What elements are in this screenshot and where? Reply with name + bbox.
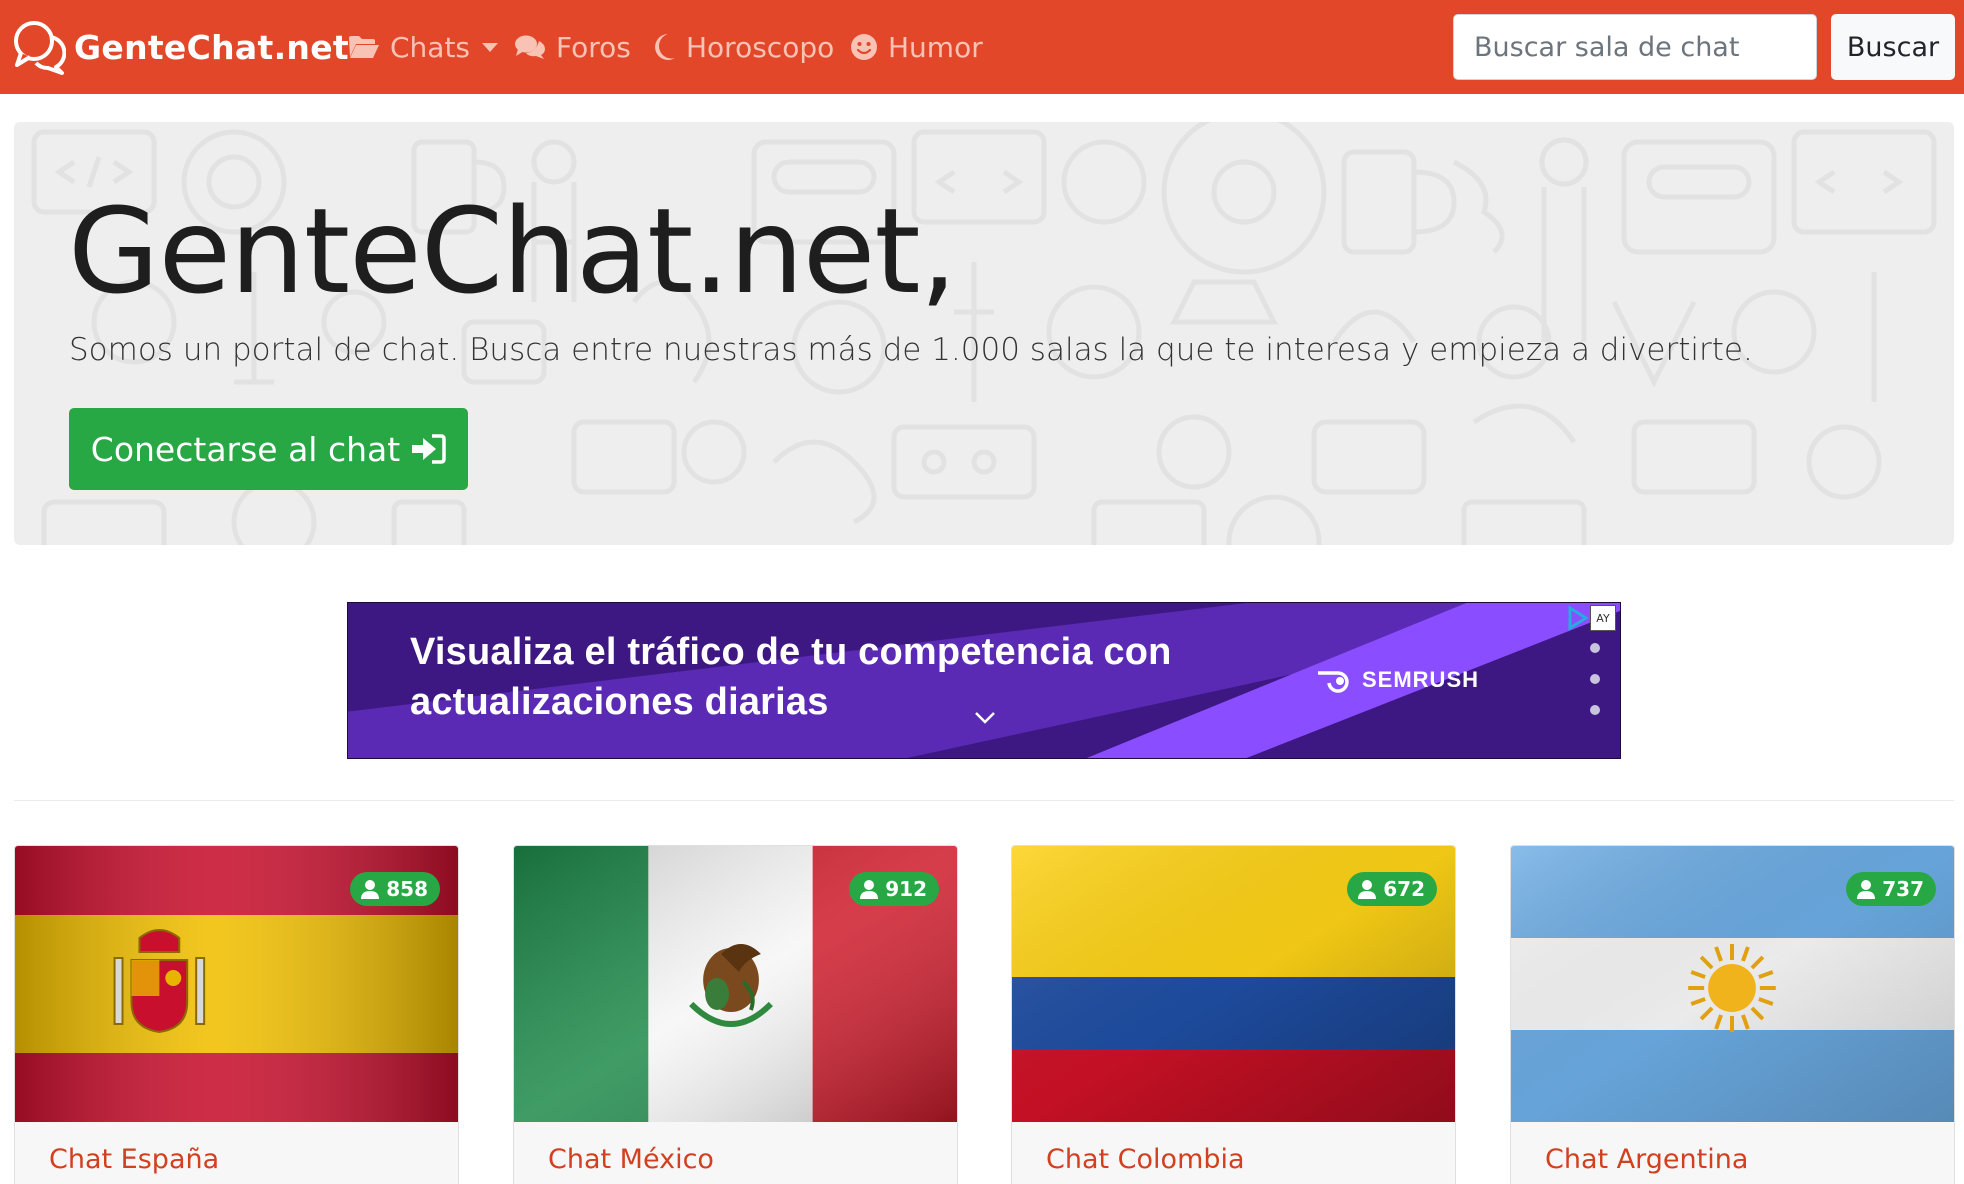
brand-link[interactable]: GenteChat.net bbox=[12, 17, 349, 77]
sign-in-icon bbox=[412, 434, 446, 464]
online-users-count: 672 bbox=[1383, 877, 1425, 901]
room-title[interactable]: Chat Argentina bbox=[1545, 1144, 1748, 1175]
user-icon bbox=[361, 880, 380, 899]
carousel-dot[interactable] bbox=[1590, 705, 1600, 715]
hero-jumbotron: GenteChat.net, Somos un portal de chat. … bbox=[14, 122, 1954, 545]
search-input[interactable] bbox=[1453, 14, 1817, 80]
ad-choices-label: AY bbox=[1590, 605, 1616, 631]
ad-carousel-dots[interactable] bbox=[1590, 643, 1600, 736]
ad-headline-line1: Visualiza el tráfico de tu competencia c… bbox=[410, 631, 1172, 673]
chevron-down-icon bbox=[482, 42, 499, 52]
connect-chat-label: Conectarse al chat bbox=[90, 429, 401, 469]
folder-open-icon bbox=[349, 36, 379, 58]
nav-horoscopo[interactable]: Horoscopo bbox=[652, 22, 834, 72]
online-users-count: 737 bbox=[1882, 877, 1924, 901]
ad-headline: Visualiza el tráfico de tu competencia c… bbox=[410, 627, 1230, 727]
user-icon bbox=[1857, 880, 1876, 899]
online-users-badge: 858 bbox=[350, 872, 440, 906]
semrush-fire-icon bbox=[1318, 671, 1349, 693]
hero-title: GenteChat.net, bbox=[68, 182, 957, 320]
nav-humor-label: Humor bbox=[888, 30, 983, 64]
ad-headline-line2: actualizaciones diarias bbox=[410, 681, 829, 723]
nav-humor[interactable]: Humor bbox=[850, 22, 983, 72]
carousel-dot[interactable] bbox=[1590, 674, 1600, 684]
online-users-badge: 912 bbox=[849, 872, 939, 906]
connect-chat-button[interactable]: Conectarse al chat bbox=[69, 408, 468, 490]
smile-icon bbox=[851, 34, 877, 60]
room-title[interactable]: Chat México bbox=[548, 1144, 714, 1175]
room-card-argentina[interactable]: 737 Chat Argentina bbox=[1510, 845, 1955, 1184]
user-icon bbox=[1358, 880, 1377, 899]
moon-icon bbox=[655, 34, 675, 60]
chat-bubbles-logo-icon bbox=[14, 21, 66, 75]
brand-name: GenteChat.net bbox=[74, 27, 349, 67]
section-divider bbox=[14, 800, 1954, 801]
room-title[interactable]: Chat Colombia bbox=[1046, 1144, 1245, 1175]
online-users-count: 858 bbox=[386, 877, 428, 901]
ad-choices-badge[interactable]: AY bbox=[1566, 605, 1618, 633]
online-users-badge: 737 bbox=[1846, 872, 1936, 906]
hero-lead-text: Somos un portal de chat. Busca entre nue… bbox=[69, 332, 1753, 368]
advertisement-banner[interactable]: Visualiza el tráfico de tu competencia c… bbox=[347, 602, 1621, 759]
semrush-brand-text: SEMRUSH bbox=[1362, 667, 1480, 692]
nav-foros-label: Foros bbox=[556, 30, 631, 64]
adchoices-icon bbox=[1568, 605, 1589, 631]
chevron-down-icon[interactable] bbox=[974, 711, 996, 725]
user-icon bbox=[860, 880, 879, 899]
nav-chats-dropdown[interactable]: Chats bbox=[348, 22, 499, 72]
search-button[interactable]: Buscar bbox=[1831, 14, 1955, 80]
carousel-dot[interactable] bbox=[1590, 643, 1600, 653]
nav-foros[interactable]: Foros bbox=[514, 22, 631, 72]
semrush-logo: SEMRUSH bbox=[1316, 667, 1479, 693]
room-card-mexico[interactable]: 912 Chat México bbox=[513, 845, 958, 1184]
room-card-espana[interactable]: 858 Chat España bbox=[14, 845, 459, 1184]
nav-chats-label: Chats bbox=[390, 30, 471, 64]
room-title[interactable]: Chat España bbox=[49, 1144, 219, 1175]
room-card-colombia[interactable]: 672 Chat Colombia bbox=[1011, 845, 1456, 1184]
online-users-badge: 672 bbox=[1347, 872, 1437, 906]
comments-icon bbox=[515, 35, 545, 59]
navbar: GenteChat.net Chats Foros Horoscopo Humo… bbox=[0, 0, 1964, 94]
online-users-count: 912 bbox=[885, 877, 927, 901]
nav-horoscopo-label: Horoscopo bbox=[686, 30, 835, 64]
